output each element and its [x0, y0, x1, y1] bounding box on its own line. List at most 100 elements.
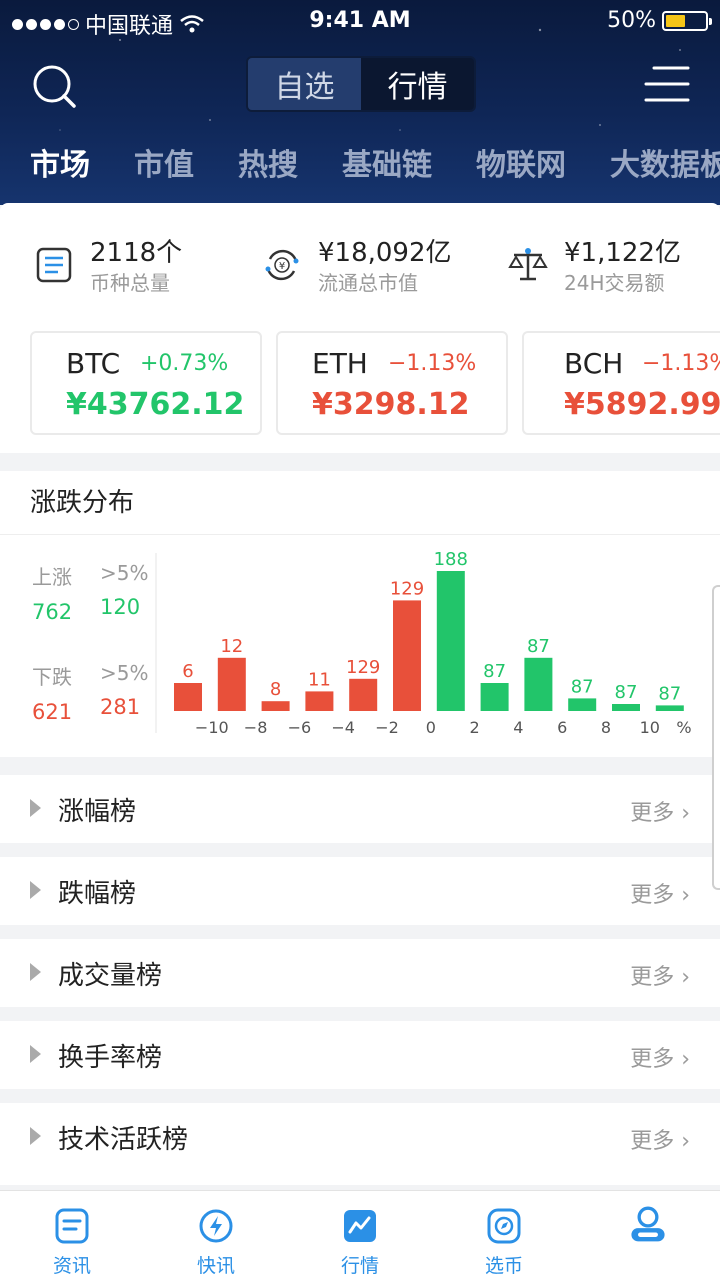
ranking-turnover[interactable]: 换手率榜 更多 ›	[0, 1021, 720, 1089]
x-tick-label: 4	[513, 718, 523, 737]
news-icon	[55, 1208, 89, 1244]
menu-icon[interactable]	[644, 64, 690, 104]
coin-price: ¥5892.99	[564, 387, 720, 422]
bar-value-label: 87	[571, 676, 594, 697]
tab-market-cap[interactable]: 市值	[134, 140, 194, 196]
chart-bar	[174, 683, 202, 711]
nav-market[interactable]: 行情	[288, 1191, 432, 1280]
fall-over5-label: >5%	[100, 661, 149, 685]
more-link[interactable]: 更多 ›	[630, 1041, 690, 1073]
search-icon[interactable]	[30, 62, 80, 112]
bar-value-label: 188	[434, 549, 468, 570]
stat-value: ¥18,092亿	[318, 238, 452, 268]
flash-icon	[199, 1209, 233, 1243]
chart-bar	[393, 600, 421, 711]
ranking-losers[interactable]: 跌幅榜 更多 ›	[0, 857, 720, 925]
status-bar: 中国联通 9:41 AM 50%	[0, 8, 720, 39]
more-link[interactable]: 更多 ›	[630, 1123, 690, 1155]
chart-bar	[261, 701, 290, 711]
coin-name: ETH	[312, 347, 368, 380]
coin-price: ¥3298.12	[312, 387, 470, 422]
stat-value: 2118个	[90, 238, 183, 268]
bar-value-label: 87	[658, 683, 681, 704]
nav-flash[interactable]: 快讯	[144, 1191, 288, 1280]
chart-bar	[217, 657, 246, 711]
chart-bar	[349, 678, 378, 711]
battery-icon	[662, 10, 712, 31]
chart-bar	[655, 705, 684, 711]
nav-label: 选币	[484, 1255, 523, 1277]
bar-value-label: 8	[270, 679, 281, 700]
tab-base-chain[interactable]: 基础链	[342, 140, 432, 196]
ranking-gainers[interactable]: 涨幅榜 更多 ›	[0, 775, 720, 843]
more-link[interactable]: 更多 ›	[630, 795, 690, 827]
segment-watchlist[interactable]: 自选	[248, 58, 361, 110]
coin-change: −1.13%	[642, 351, 720, 376]
tab-hot-search[interactable]: 热搜	[238, 140, 298, 196]
scale-icon	[508, 248, 548, 281]
coin-price: ¥43762.12	[66, 387, 245, 422]
stat-market-cap: ¥ ¥18,092亿 流通总市值	[262, 237, 452, 297]
fall-over5-count: 281	[100, 695, 141, 719]
section-divider	[0, 453, 720, 471]
bar-value-label: 11	[308, 669, 331, 690]
chart-bar	[480, 683, 509, 711]
nav-label: 资讯	[52, 1255, 91, 1277]
svg-text:¥: ¥	[279, 261, 285, 272]
chart-bar	[568, 698, 597, 711]
caret-right-icon	[30, 1045, 41, 1063]
coin-name: BTC	[66, 347, 121, 380]
market-icon	[344, 1210, 376, 1242]
ranking-tech-active[interactable]: 技术活跃榜 更多 ›	[0, 1103, 720, 1171]
stat-volume: ¥1,122亿 24H交易额	[508, 237, 681, 297]
rise-label: 上涨	[32, 565, 72, 589]
tab-market[interactable]: 市场	[30, 140, 90, 196]
coin-card-eth[interactable]: ETH −1.13% ¥3298.12	[276, 331, 508, 435]
x-tick-label: 8	[601, 718, 611, 737]
nav-label: 行情	[340, 1255, 379, 1277]
category-tabs: 市场 市值 热搜 基础链 物联网 大数据板	[0, 140, 720, 196]
nav-pick-coin[interactable]: 选币	[432, 1191, 576, 1280]
bar-value-label: 129	[346, 657, 380, 678]
bar-value-label: 129	[390, 578, 424, 599]
x-tick-label: −4	[331, 718, 355, 737]
bar-value-label: 6	[182, 661, 193, 682]
x-tick-label: −2	[375, 718, 399, 737]
x-tick-label: −6	[288, 718, 312, 737]
fall-count: 621	[32, 700, 73, 724]
side-drawer-handle[interactable]	[712, 585, 720, 890]
stat-value: ¥1,122亿	[564, 238, 681, 268]
chart-bar	[436, 571, 465, 711]
chart-bar	[305, 691, 334, 711]
caret-right-icon	[30, 799, 41, 817]
chart-bar	[524, 657, 553, 711]
more-link[interactable]: 更多 ›	[630, 877, 690, 909]
x-tick-label: −8	[244, 718, 268, 737]
coin-card-bch[interactable]: BCH −1.13% ¥5892.99	[522, 331, 720, 435]
tab-big-data[interactable]: 大数据板	[610, 140, 720, 196]
x-tick-label: 2	[470, 718, 480, 737]
ranking-lists: 涨幅榜 更多 › 跌幅榜 更多 › 成交量榜 更多 › 换手率榜 更多 › 技术…	[0, 775, 720, 1171]
nav-news[interactable]: 资讯	[0, 1191, 144, 1280]
coin-cards: BTC +0.73% ¥43762.12 ETH −1.13% ¥3298.12…	[0, 323, 720, 453]
nav-profile[interactable]	[576, 1191, 720, 1280]
profile-icon	[631, 1206, 665, 1242]
x-tick-label: 0	[426, 718, 436, 737]
battery-percent: 50%	[607, 8, 656, 33]
stat-label: 24H交易额	[564, 271, 665, 295]
nav-label: 快讯	[196, 1255, 235, 1277]
tab-iot[interactable]: 物联网	[476, 140, 566, 196]
fall-summary: 下跌 621	[32, 661, 72, 724]
yuan-cycle-icon: ¥	[265, 249, 299, 281]
ranking-label: 换手率榜	[58, 1043, 163, 1073]
x-tick-label: −10	[195, 718, 229, 737]
ranking-volume[interactable]: 成交量榜 更多 ›	[0, 939, 720, 1007]
stat-label: 币种总量	[90, 271, 170, 295]
distribution-panel: 上涨 762 >5% 120 下跌 621 >5% 281 6 12 8 11 129 1…	[0, 535, 720, 757]
rise-over5-summary: >5% 120	[100, 561, 149, 619]
segment-market[interactable]: 行情	[361, 58, 474, 110]
caret-right-icon	[30, 881, 41, 899]
more-link[interactable]: 更多 ›	[630, 959, 690, 991]
section-divider	[0, 757, 720, 775]
coin-card-btc[interactable]: BTC +0.73% ¥43762.12	[30, 331, 262, 435]
